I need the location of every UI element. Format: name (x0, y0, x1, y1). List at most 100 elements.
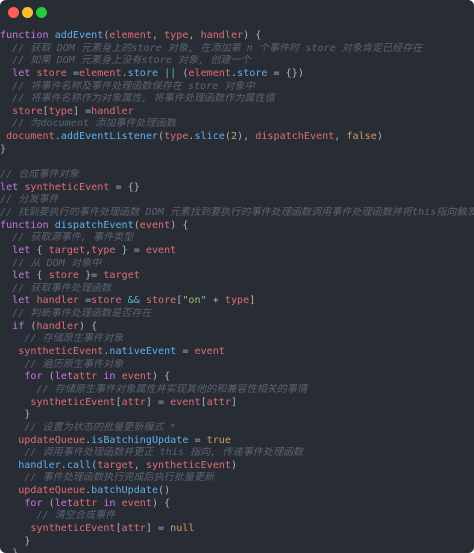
code-token: handler (200, 30, 244, 41)
code-token: ) { (170, 219, 189, 231)
code-token: // 分发事件 (0, 194, 59, 206)
code-token: handler (91, 105, 134, 117)
code-token: ) (230, 459, 238, 471)
code-token: slice (194, 131, 225, 143)
code-token: updateQueue (18, 485, 86, 497)
code-line: let { target,type } = event (0, 245, 474, 258)
code-line: // 设置为状态的批量更新模式 * (0, 422, 474, 435)
code-token: () (158, 485, 171, 497)
code-token: ) (376, 131, 383, 143)
code-line: // 从 DOM 对象中 (0, 258, 474, 271)
code-line: // 分发事件 (0, 194, 474, 207)
code-line: } (0, 144, 474, 157)
code-line: // 遍历原生事件对象 (0, 359, 474, 372)
code-token: attr (121, 396, 146, 408)
code-token: } (24, 409, 31, 421)
code-token: // 判断事件处理函数是否存在 (12, 308, 152, 320)
code-line: // 事件处理函数执行完成后执行批量更新 (0, 472, 474, 485)
code-line: let handler =store && store["on" + type] (0, 295, 474, 308)
code-line: // 找到要执行的事件处理函数 DOM 元素找到要执行的事件处理函数调用事件处理… (0, 207, 474, 220)
code-token: ] (230, 396, 238, 408)
code-token: } (24, 535, 31, 547)
code-token: , (188, 30, 201, 41)
code-token: store (237, 67, 268, 79)
code-token: addEvent (54, 30, 104, 41)
code-token: ) { (79, 320, 98, 332)
code-token: store (36, 67, 67, 79)
code-token: let (12, 270, 37, 282)
code-token: element (188, 67, 231, 79)
code-token: updateQueue (18, 434, 86, 446)
code-token: ) { (151, 497, 171, 509)
code-token: syntheticEvent (30, 396, 116, 408)
minimize-icon[interactable] (22, 7, 33, 18)
code-token: dispatchEvent (54, 219, 134, 231)
code-token: syntheticEvent (30, 522, 116, 534)
code-line: // 清空合成事件 (0, 510, 474, 523)
code-token: type (164, 131, 189, 143)
code-line: syntheticEvent[attr] = null (0, 523, 474, 536)
code-token: // 合成事件对象 (0, 169, 79, 181)
code-token: store (127, 67, 159, 79)
code-token: // 为document 添加事件处理函数 (12, 118, 176, 130)
code-token: // 事件处理函数执行完成后执行批量更新 (24, 472, 215, 484)
code-token: for (24, 371, 49, 383)
code-token: type (224, 295, 250, 307)
code-token: , (151, 30, 165, 41)
code-token: attr (72, 371, 98, 383)
code-token: element (109, 30, 152, 41)
close-icon[interactable] (8, 7, 19, 18)
code-line: store[type] =handler (0, 106, 474, 119)
code-token: false (346, 131, 377, 143)
code-token: // 存储原生事件对象 (24, 333, 124, 345)
code-line: // 合成事件对象 (0, 169, 474, 182)
code-token: if (12, 320, 31, 332)
code-token: = {} (109, 181, 140, 193)
code-token: = (188, 434, 207, 446)
code-token: // 清空合成事件 (36, 510, 116, 522)
code-line: // 获取源事件, 事件类型 (0, 232, 474, 245)
code-line: // 存储原生事件对象属性并实现其他的和兼容性相关的事情 (0, 384, 474, 397)
code-token: event (139, 219, 171, 231)
code-token: function (0, 30, 55, 41)
maximize-icon[interactable] (36, 7, 47, 18)
code-line: } (0, 536, 474, 549)
code-token: store (48, 270, 80, 282)
code-token: isBatchingUpdate (91, 434, 189, 446)
code-token: = (176, 346, 195, 358)
code-block: function addEvent(element, type, handler… (0, 30, 474, 553)
code-token: , (334, 131, 347, 143)
code-token: = (66, 67, 80, 79)
code-token: handler (18, 459, 61, 471)
code-line: handler.call(target, syntheticEvent) (0, 460, 474, 473)
code-token: event (121, 497, 152, 509)
code-token: store (91, 295, 122, 307)
code-token: syntheticEvent (24, 181, 110, 193)
code-token: handler (36, 320, 80, 332)
code-token: let (54, 497, 73, 509)
code-token: true (206, 434, 231, 446)
code-token: let (0, 181, 25, 193)
code-line: let store =element.store || (element.sto… (0, 68, 474, 81)
code-token: attr (72, 497, 98, 509)
code-token: }= (79, 270, 104, 282)
code-token: null (170, 522, 195, 534)
